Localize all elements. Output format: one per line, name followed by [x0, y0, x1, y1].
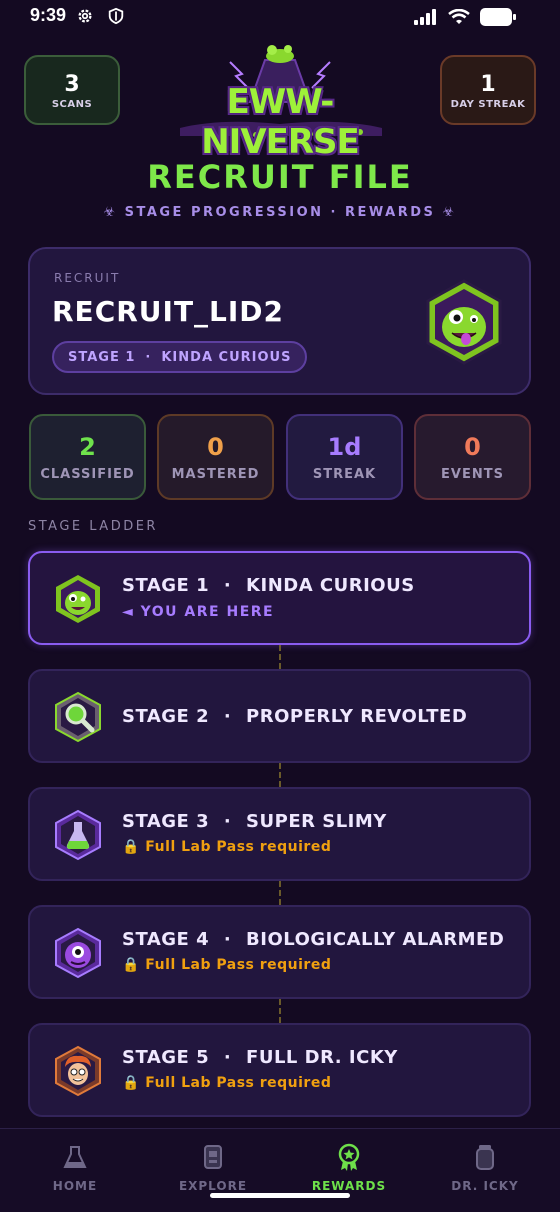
- stage-3-name: SUPER SLIMY: [246, 811, 387, 832]
- ladder-connector: [279, 763, 281, 787]
- lab-pass-required-note: 🔒 Full Lab Pass required: [122, 957, 332, 973]
- events-stat: 0 EVENTS: [414, 414, 531, 500]
- stage-card-1[interactable]: STAGE 1 · KINDA CURIOUS ◄ YOU ARE HERE: [28, 551, 531, 645]
- tab-rewards-label: REWARDS: [311, 1179, 387, 1193]
- stage-card-2[interactable]: STAGE 2 · PROPERLY REVOLTED: [28, 669, 531, 763]
- tab-dr-icky[interactable]: DR. ICKY: [420, 1143, 550, 1193]
- tab-rewards[interactable]: REWARDS: [284, 1143, 414, 1193]
- tab-home-label: HOME: [52, 1179, 98, 1193]
- streak-value: 1d: [327, 432, 362, 461]
- flask-icon: [55, 809, 101, 861]
- beaker-icon: [63, 1146, 87, 1168]
- stage-5-name: FULL DR. ICKY: [246, 1047, 398, 1068]
- logo-text: EWW-NIVERSE: [201, 82, 360, 162]
- stage-3-title: STAGE 3 · SUPER SLIMY: [122, 811, 387, 832]
- magnifier-icon: [55, 691, 101, 743]
- classified-label: CLASSIFIED: [40, 466, 135, 482]
- streak-stat: 1d STREAK: [286, 414, 403, 500]
- lab-pass-required-note: 🔒 Full Lab Pass required: [122, 1075, 332, 1091]
- battery-icon: [480, 8, 516, 26]
- status-time: 9:39: [30, 5, 67, 25]
- stage-5-title: STAGE 5 · FULL DR. ICKY: [122, 1047, 398, 1068]
- stage-card-5[interactable]: STAGE 5 · FULL DR. ICKY 🔒 Full Lab Pass …: [28, 1023, 531, 1117]
- app-logo: EWW-NIVERSE: [160, 40, 400, 162]
- status-bar: 9:39: [0, 0, 560, 34]
- stage-4-number: STAGE 4: [122, 929, 210, 950]
- recruit-name: RECRUIT_LID2: [52, 295, 285, 328]
- tab-dr-icky-label: DR. ICKY: [451, 1179, 519, 1193]
- recruit-label: RECRUIT: [54, 271, 121, 285]
- title-dot: ·: [223, 811, 232, 832]
- stage-5-number: STAGE 5: [122, 1047, 210, 1068]
- stage-card-3[interactable]: STAGE 3 · SUPER SLIMY 🔒 Full Lab Pass re…: [28, 787, 531, 881]
- title-dot: ·: [223, 575, 232, 596]
- streak-count: 1: [480, 71, 496, 97]
- home-indicator[interactable]: [210, 1193, 350, 1198]
- classified-value: 2: [79, 432, 96, 461]
- title-dot: ·: [223, 1047, 232, 1068]
- stage-pill-number: STAGE 1: [68, 349, 136, 365]
- scans-counter[interactable]: 3 SCANS: [24, 55, 120, 125]
- page-title: RECRUIT FILE: [147, 158, 413, 196]
- stage-ladder-heading: STAGE LADDER: [28, 519, 158, 534]
- pill-dot: ·: [145, 349, 152, 365]
- slime-creature-icon: [56, 575, 100, 623]
- wifi-icon: [448, 9, 470, 24]
- stage-2-number: STAGE 2: [122, 706, 210, 727]
- streak-label: DAY STREAK: [450, 98, 526, 110]
- tab-explore-label: EXPLORE: [178, 1179, 248, 1193]
- bottom-tab-bar: HOME EXPLORE REWARDS DR. ICKY: [0, 1128, 560, 1212]
- title-dot: ·: [223, 706, 232, 727]
- tab-explore[interactable]: EXPLORE: [148, 1143, 278, 1193]
- award-icon: [338, 1143, 360, 1171]
- specimen-jar-icon: [476, 1145, 494, 1170]
- scans-count: 3: [64, 71, 80, 97]
- events-value: 0: [464, 432, 481, 461]
- scans-label: SCANS: [51, 98, 93, 110]
- events-label: EVENTS: [441, 466, 504, 482]
- slime-creature-badge-icon: [426, 279, 502, 365]
- stage-1-title: STAGE 1 · KINDA CURIOUS: [122, 575, 415, 596]
- streak-stat-label: STREAK: [312, 466, 377, 482]
- stage-2-title: STAGE 2 · PROPERLY REVOLTED: [122, 706, 467, 727]
- stage-card-4[interactable]: STAGE 4 · BIOLOGICALLY ALARMED 🔒 Full La…: [28, 905, 531, 999]
- stage-1-number: STAGE 1: [122, 575, 210, 596]
- classified-stat: 2 CLASSIFIED: [29, 414, 146, 500]
- scanner-icon: [204, 1145, 222, 1169]
- stage-2-name: PROPERLY REVOLTED: [246, 706, 468, 727]
- eyeball-monster-icon: [55, 927, 101, 979]
- lab-pass-required-note: 🔒 Full Lab Pass required: [122, 839, 332, 855]
- mastered-label: MASTERED: [171, 466, 260, 482]
- dr-icky-icon: [55, 1045, 101, 1097]
- stage-4-name: BIOLOGICALLY ALARMED: [246, 929, 505, 950]
- you-are-here-marker: ◄ YOU ARE HERE: [122, 604, 275, 620]
- settings-gear-icon: [78, 9, 92, 23]
- stage-pill-name: KINDA CURIOUS: [161, 349, 292, 365]
- mastered-value: 0: [207, 432, 224, 461]
- current-stage-pill: STAGE 1 · KINDA CURIOUS: [52, 341, 308, 373]
- tab-home[interactable]: HOME: [10, 1143, 140, 1193]
- shield-icon: [108, 7, 124, 25]
- stage-3-number: STAGE 3: [122, 811, 210, 832]
- page-subtitle: ☣ STAGE PROGRESSION · REWARDS ☣: [103, 205, 457, 220]
- cellular-signal-icon: [414, 9, 436, 25]
- stage-4-title: STAGE 4 · BIOLOGICALLY ALARMED: [122, 929, 504, 950]
- recruit-card: RECRUIT RECRUIT_LID2 STAGE 1 · KINDA CUR…: [28, 247, 531, 395]
- day-streak-counter[interactable]: 1 DAY STREAK: [440, 55, 536, 125]
- stage-1-name: KINDA CURIOUS: [246, 575, 415, 596]
- mastered-stat: 0 MASTERED: [157, 414, 274, 500]
- title-dot: ·: [223, 929, 232, 950]
- ladder-connector: [279, 645, 281, 669]
- ladder-connector: [279, 999, 281, 1023]
- ladder-connector: [279, 881, 281, 905]
